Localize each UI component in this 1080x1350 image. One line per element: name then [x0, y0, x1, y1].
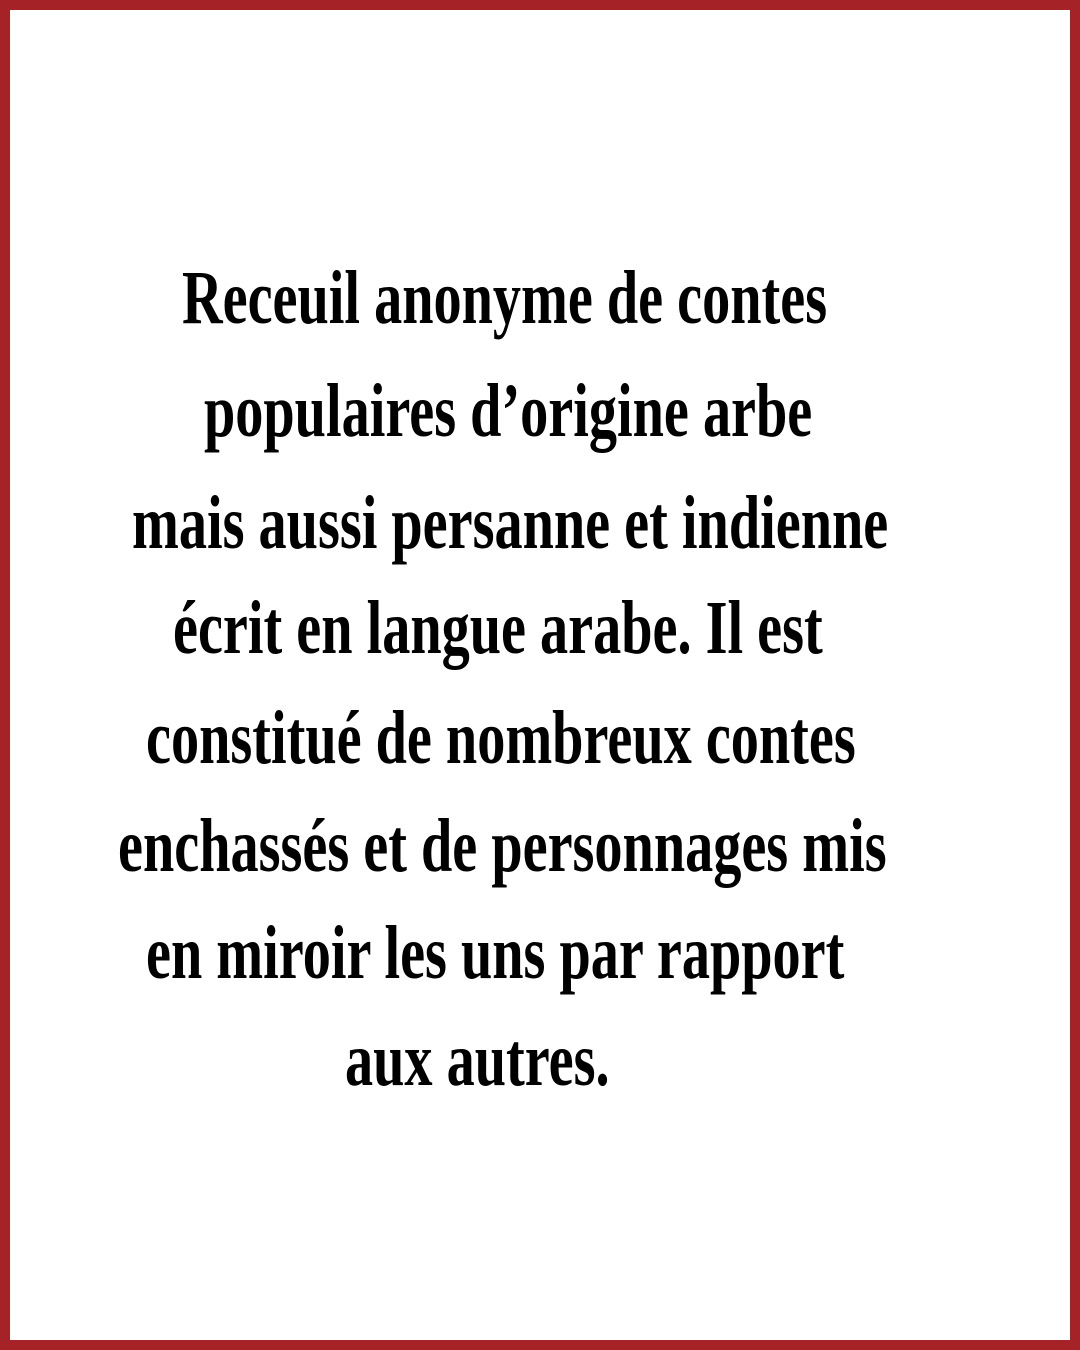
- paragraph-line: écrit en langue arabe. Il est: [173, 586, 823, 670]
- paragraph-line: Receuil anonyme de contes: [182, 256, 828, 340]
- paragraph-line: populaires d’origine arbe: [204, 369, 813, 453]
- paragraph-line: mais aussi persanne et indienne: [132, 481, 889, 565]
- paragraph-line: en miroir les uns par rapport: [146, 911, 845, 995]
- paragraph-line: enchassés et de personnages mis: [118, 804, 887, 888]
- paragraph-line: constitué de nombreux contes: [146, 696, 856, 780]
- paragraph: Receuil anonyme de contes populaires d’o…: [0, 0, 1080, 1350]
- paragraph-line: aux autres.: [345, 1018, 610, 1102]
